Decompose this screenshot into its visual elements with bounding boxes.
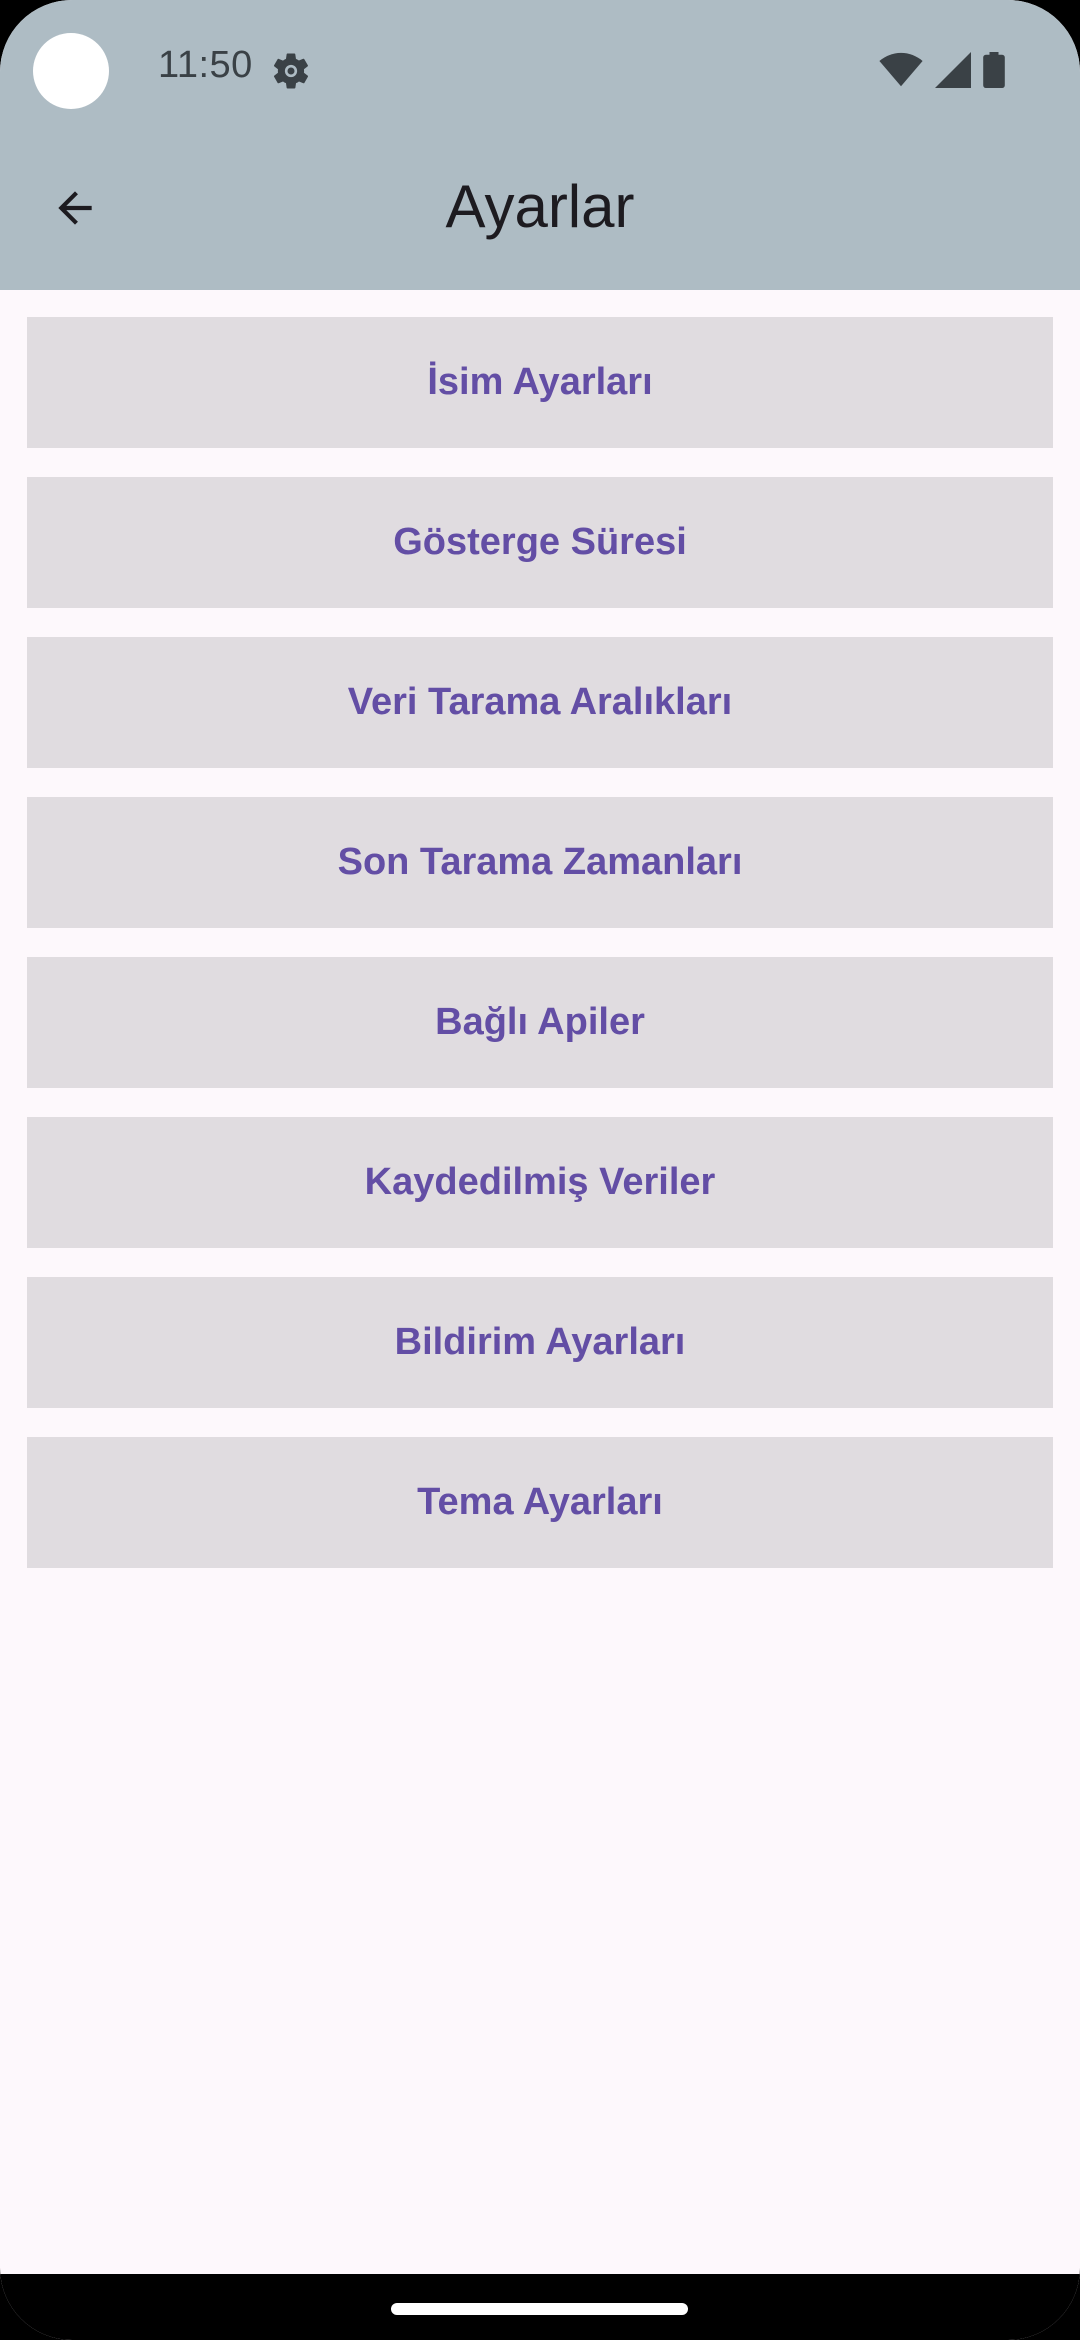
- battery-icon: [983, 52, 1005, 93]
- name-settings-button[interactable]: İsim Ayarları: [27, 317, 1053, 448]
- cellular-signal-icon: [935, 52, 971, 93]
- saved-data-button[interactable]: Kaydedilmiş Veriler: [27, 1117, 1053, 1248]
- camera-cutout: [33, 33, 109, 109]
- data-scan-intervals-button[interactable]: Veri Tarama Aralıkları: [27, 637, 1053, 768]
- status-icons: [879, 52, 1005, 93]
- app-bar: 11:50 Ayarlar: [0, 0, 1080, 290]
- connected-apis-button[interactable]: Bağlı Apiler: [27, 957, 1053, 1088]
- last-scan-times-button[interactable]: Son Tarama Zamanları: [27, 797, 1053, 928]
- settings-gear-icon: [270, 50, 312, 92]
- home-gesture-handle[interactable]: [391, 2303, 688, 2315]
- notification-settings-button[interactable]: Bildirim Ayarları: [27, 1277, 1053, 1408]
- theme-settings-button[interactable]: Tema Ayarları: [27, 1437, 1053, 1568]
- display-duration-button[interactable]: Gösterge Süresi: [27, 477, 1053, 608]
- settings-screen: 11:50 Ayarlar İsim Ayarları Gösterge Sür…: [0, 0, 1080, 2340]
- status-time: 11:50: [158, 44, 253, 86]
- settings-menu-list: İsim Ayarları Gösterge Süresi Veri Taram…: [27, 317, 1053, 1597]
- page-title: Ayarlar: [445, 173, 635, 240]
- wifi-icon: [879, 52, 923, 93]
